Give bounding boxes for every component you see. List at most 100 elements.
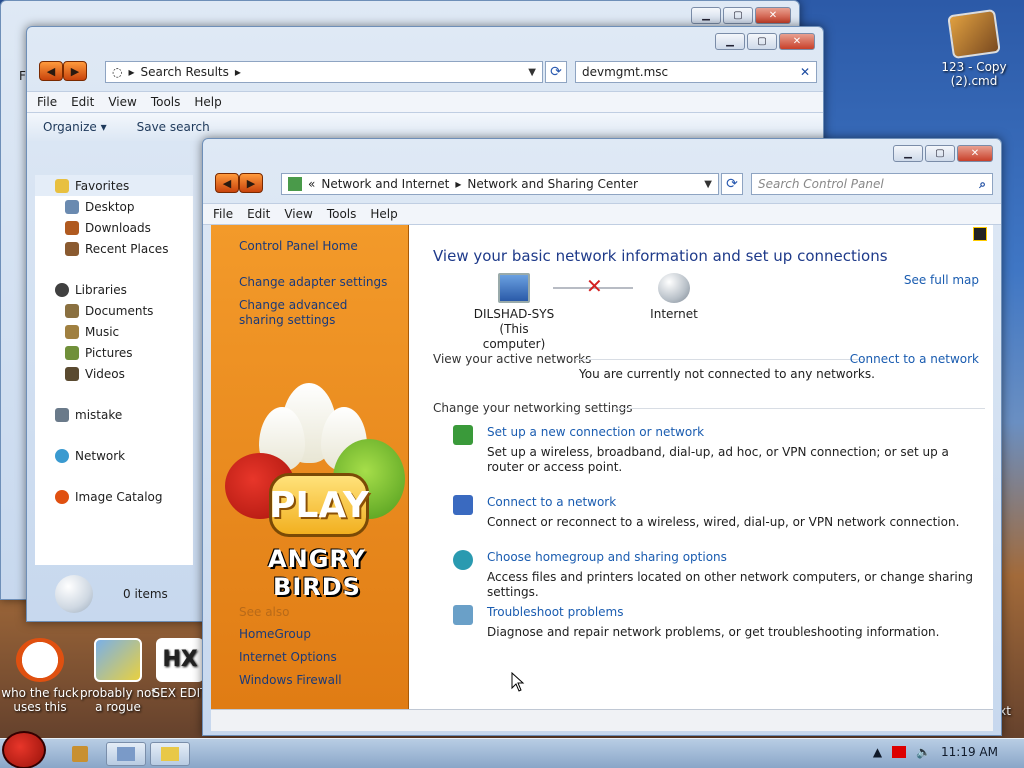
menu-view[interactable]: View [108, 95, 136, 109]
maximize-button[interactable]: ▢ [747, 33, 777, 50]
close-button[interactable]: ✕ [957, 145, 993, 162]
search-sphere-icon [55, 575, 93, 613]
close-button[interactable]: ✕ [755, 7, 791, 24]
active-networks-label: View your active networks [433, 352, 592, 366]
setting-link[interactable]: Set up a new connection or network [487, 425, 704, 439]
setting-link[interactable]: Choose homegroup and sharing options [487, 550, 727, 564]
clear-search-icon[interactable]: ✕ [800, 65, 810, 79]
menu-file[interactable]: File [213, 207, 233, 221]
nav-desktop[interactable]: Desktop [35, 196, 193, 217]
desktop-icon-label: probably not a rogue [79, 686, 157, 714]
breadcrumb-network-internet[interactable]: Network and Internet [321, 177, 449, 191]
setting-link[interactable]: Connect to a network [487, 495, 616, 509]
menu-file[interactable]: File [37, 95, 57, 109]
cmd-file-icon [947, 8, 1001, 60]
menu-tools[interactable]: Tools [327, 207, 357, 221]
forward-button[interactable]: ▶ [63, 61, 87, 81]
back-button[interactable]: ◀ [215, 173, 239, 193]
change-advanced-sharing-link[interactable]: Change advanced sharing settings [239, 298, 389, 328]
connect-to-network-link[interactable]: Connect to a network [850, 352, 979, 366]
chevron-down-icon[interactable]: ▼ [704, 179, 712, 190]
computer-icon [498, 273, 530, 303]
nav-label: Image Catalog [75, 489, 163, 504]
nav-buttons: ◀ ▶ [39, 61, 87, 81]
nav-network[interactable]: Network [35, 445, 193, 466]
setting-desc: Diagnose and repair network problems, or… [487, 625, 940, 639]
nav-libraries[interactable]: Libraries [35, 279, 193, 300]
computer-sub: (This computer) [482, 322, 546, 351]
nav-label: Documents [85, 303, 154, 318]
nav-label: Pictures [85, 345, 133, 360]
desktop-icon-label: SEX EDIT [152, 686, 208, 700]
nav-favorites[interactable]: Favorites [35, 175, 193, 196]
menu-tools[interactable]: Tools [151, 95, 181, 109]
internet-options-link[interactable]: Internet Options [239, 650, 337, 665]
nav-videos[interactable]: Videos [35, 363, 193, 384]
menu-edit[interactable]: Edit [71, 95, 94, 109]
taskbar-explorer[interactable] [150, 742, 190, 766]
search-input[interactable]: devmgmt.msc ✕ [575, 61, 817, 83]
not-connected-text: You are currently not connected to any n… [579, 367, 875, 381]
desktop-icon-flash[interactable]: who the fuck uses this [0, 638, 80, 714]
network-icon [55, 448, 69, 463]
menu-partial[interactable]: F [19, 69, 26, 83]
nav-label: Favorites [75, 178, 130, 193]
homegroup-link[interactable]: HomeGroup [239, 627, 311, 642]
help-icon[interactable] [973, 227, 987, 241]
page-title: View your basic network information and … [433, 247, 888, 265]
address-bar[interactable]: ◌ ▸ Search Results ▸ ▼ [105, 61, 543, 83]
downloads-icon [65, 220, 79, 235]
refresh-button[interactable]: ⟳ [545, 61, 567, 83]
breadcrumb-sharing-center[interactable]: Network and Sharing Center [467, 177, 638, 191]
breadcrumb-overflow-icon[interactable]: « [308, 177, 315, 191]
menu-view[interactable]: View [284, 207, 312, 221]
chevron-down-icon[interactable]: ▼ [528, 67, 536, 78]
menu-help[interactable]: Help [370, 207, 397, 221]
desktop-icon-rogue[interactable]: probably not a rogue [78, 638, 158, 714]
close-button[interactable]: ✕ [779, 33, 815, 50]
maximize-button[interactable]: ▢ [723, 7, 753, 24]
see-full-map-link[interactable]: See full map [904, 273, 979, 287]
menu-help[interactable]: Help [194, 95, 221, 109]
desktop-icon-cmd[interactable]: 123 - Copy (2).cmd [934, 8, 1014, 88]
chevron-up-icon[interactable]: ▲ [873, 745, 882, 759]
menu-edit[interactable]: Edit [247, 207, 270, 221]
windows-firewall-link[interactable]: Windows Firewall [239, 673, 342, 688]
disconnected-x-icon: ✕ [586, 274, 603, 298]
troubleshoot-icon [453, 605, 473, 625]
nav-recent-places[interactable]: Recent Places [35, 238, 193, 259]
desktop-icon-label: who the fuck uses this [1, 686, 79, 714]
clock[interactable]: 11:19 AM [941, 745, 998, 759]
change-settings-label: Change your networking settings [433, 401, 633, 415]
refresh-button[interactable]: ⟳ [721, 173, 743, 195]
minimize-button[interactable]: ▁ [893, 145, 923, 162]
see-also-heading: See also [239, 605, 290, 619]
change-adapter-settings-link[interactable]: Change adapter settings [239, 275, 387, 290]
search-icon[interactable]: ⌕ [979, 177, 986, 192]
nav-mistake[interactable]: mistake [35, 404, 193, 425]
nav-music[interactable]: Music [35, 321, 193, 342]
control-panel-home-link[interactable]: Control Panel Home [239, 239, 358, 254]
setting-link[interactable]: Troubleshoot problems [487, 605, 623, 619]
minimize-button[interactable]: ▁ [715, 33, 745, 50]
network-status-icon[interactable] [892, 746, 907, 758]
address-bar[interactable]: « Network and Internet ▸ Network and Sha… [281, 173, 719, 195]
nav-downloads[interactable]: Downloads [35, 217, 193, 238]
desktop-icon-sexedit[interactable]: HX SEX EDIT [150, 638, 210, 700]
network-sharing-center-window[interactable]: ▁ ▢ ✕ ◀ ▶ « Network and Internet ▸ Netwo… [202, 138, 1002, 736]
forward-button[interactable]: ▶ [239, 173, 263, 193]
search-input[interactable]: Search Control Panel ⌕ [751, 173, 993, 195]
libraries-icon [55, 282, 69, 297]
start-button[interactable] [2, 731, 46, 768]
volume-icon[interactable]: 🔈 [916, 745, 931, 759]
nav-documents[interactable]: Documents [35, 300, 193, 321]
nav-image-catalog[interactable]: Image Catalog [35, 486, 193, 507]
back-button[interactable]: ◀ [39, 61, 63, 81]
organize-button[interactable]: Organize ▾ [43, 120, 107, 134]
minimize-button[interactable]: ▁ [691, 7, 721, 24]
quick-launch-icon[interactable] [72, 746, 88, 762]
taskbar-control-panel[interactable] [106, 742, 146, 766]
save-search-button[interactable]: Save search [137, 120, 210, 134]
nav-pictures[interactable]: Pictures [35, 342, 193, 363]
maximize-button[interactable]: ▢ [925, 145, 955, 162]
